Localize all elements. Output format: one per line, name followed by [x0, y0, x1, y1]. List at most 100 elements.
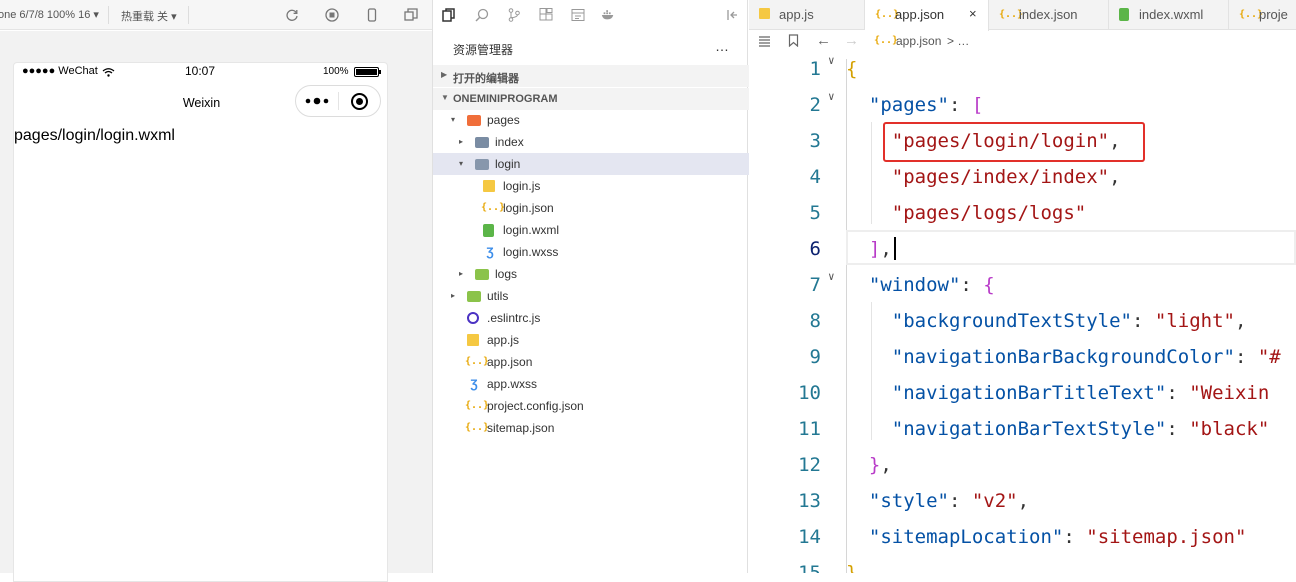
list-icon[interactable] [758, 35, 771, 47]
tree-item[interactable]: {..} sitemap.json [433, 417, 749, 439]
code-editor[interactable]: 1 2 3 4 5 6 7 8 9 10 11 12 13 14 15 ∨ ∨ ∨ { "pages": [… [749, 52, 1296, 573]
battery-icon [354, 67, 381, 77]
breadcrumb-file[interactable]: app.json [896, 34, 941, 48]
tree-item[interactable]: Ʒlogin.wxss [433, 241, 749, 263]
extensions-icon[interactable] [539, 8, 553, 22]
explorer-more-button[interactable]: … [715, 38, 730, 54]
line-number: 2 [809, 94, 821, 116]
breadcrumb: ← → {..} app.json > … [749, 30, 1296, 52]
code-line-12: }, [868, 454, 892, 476]
line-number: 12 [798, 454, 821, 476]
collapse-panel-icon[interactable] [725, 8, 739, 22]
tree-item[interactable]: app.js [433, 329, 749, 351]
line-number: 11 [798, 418, 821, 440]
tree-item[interactable]: {..} app.json [433, 351, 749, 373]
tree-item[interactable]: {..} login.json [433, 197, 749, 219]
editor-tabs: app.js {..} app.json × {..} index.json index.w… [749, 0, 1296, 31]
hot-reload-select[interactable]: 热重载 关 ▾ [121, 8, 177, 24]
editor-tab[interactable]: {..} app.json × [865, 0, 989, 31]
code-line-14: "sitemapLocation": "sitemap.json" [868, 526, 1247, 548]
chevron-right-icon[interactable]: ▸ [459, 269, 463, 278]
tree-item[interactable]: ▾ pages [433, 109, 749, 131]
tree-item[interactable]: login.js [433, 175, 749, 197]
device-select[interactable]: one 6/7/8 100% 16 ▾ [0, 8, 99, 21]
tree-item[interactable]: login.wxml [433, 219, 749, 241]
project-section[interactable]: ▼ ONEMINIPROGRAM [433, 88, 749, 110]
tree-item-label: .eslintrc.js [487, 311, 541, 325]
editor-tab[interactable]: {..} index.json [989, 0, 1109, 30]
tree-item-label: index [495, 135, 524, 149]
tree-item[interactable]: .eslintrc.js [433, 307, 749, 329]
tree-item-label: pages [487, 113, 520, 127]
debug-panel-icon[interactable] [571, 8, 585, 22]
text-cursor [894, 237, 896, 260]
tree-item[interactable]: ▾ login [433, 153, 749, 175]
folder-icon [467, 291, 481, 302]
close-capsule-icon[interactable] [350, 92, 369, 111]
editor-tab[interactable]: {..} proje [1229, 0, 1296, 30]
line-number: 4 [809, 166, 821, 188]
code-line-4: "pages/index/index", [891, 166, 1121, 188]
line-number: 6 [809, 238, 821, 260]
code-line-1: { [846, 58, 858, 80]
breadcrumb-tail[interactable]: > … [947, 34, 969, 48]
open-editors-section[interactable]: ▶ 打开的编辑器 [433, 65, 749, 87]
more-dots-icon[interactable] [305, 96, 329, 106]
refresh-icon[interactable] [285, 8, 299, 22]
tree-item[interactable]: ▸ utils [433, 285, 749, 307]
tree-item[interactable]: {..} project.config.json [433, 395, 749, 417]
project-label: ONEMINIPROGRAM [453, 93, 558, 105]
editor-tab[interactable]: index.wxml [1109, 0, 1229, 30]
code-line-7: "window": { [868, 274, 995, 296]
wxss-file-icon: Ʒ [470, 377, 478, 391]
json-file-icon: {..} [465, 422, 490, 433]
tree-item-label: login [495, 157, 521, 171]
wxss-file-icon: Ʒ [486, 245, 494, 259]
chevron-down-icon[interactable]: ▾ [451, 115, 455, 124]
fold-chevron-icon[interactable]: ∨ [828, 54, 835, 67]
explorer-title: 资源管理器 [453, 43, 514, 57]
stop-icon[interactable] [325, 8, 339, 22]
docker-icon[interactable] [601, 8, 615, 22]
tree-item[interactable]: ▸ index [433, 131, 749, 153]
status-bar: ●●●●● WeChat 10:07 100% [14, 63, 389, 83]
editor-tab[interactable]: app.js [749, 0, 865, 30]
code-line-13: "style": "v2", [868, 490, 1030, 512]
chevron-right-icon[interactable]: ▸ [451, 291, 455, 300]
folder-icon [467, 115, 481, 126]
line-number: 15 [798, 562, 821, 573]
capsule-menu [295, 85, 381, 117]
fold-chevron-icon[interactable]: ∨ [828, 90, 835, 103]
forward-arrow-icon[interactable]: → [844, 32, 859, 49]
source-control-icon[interactable] [507, 8, 521, 22]
back-arrow-icon[interactable]: ← [816, 32, 831, 49]
wxml-file-icon [1119, 8, 1129, 21]
tree-item[interactable]: ▸ logs [433, 263, 749, 285]
phone-screen: ●●●●● WeChat 10:07 100% Weixin pages/log… [13, 62, 388, 582]
tree-item-label: login.json [503, 201, 554, 215]
code-line-11: "navigationBarTextStyle": "black" [891, 418, 1270, 440]
json-file-icon: {..} [465, 356, 490, 367]
navigation-bar: Weixin [14, 83, 389, 123]
annotation-highlight-box [883, 122, 1145, 162]
folder-open-icon [475, 159, 489, 170]
phone-icon[interactable] [365, 8, 379, 22]
line-number: 3 [809, 130, 821, 152]
code-line-10: "navigationBarTitleText": "Weixin [891, 382, 1270, 404]
line-number: 1 [809, 58, 821, 80]
detach-window-icon[interactable] [404, 8, 418, 22]
open-editors-label: 打开的编辑器 [453, 73, 519, 85]
files-icon[interactable] [442, 8, 456, 22]
code-line-9: "navigationBarBackgroundColor": "# [891, 346, 1281, 368]
search-icon[interactable] [475, 8, 489, 22]
bookmark-icon[interactable] [788, 34, 799, 47]
close-tab-icon[interactable]: × [969, 6, 977, 21]
tree-item[interactable]: Ʒapp.wxss [433, 373, 749, 395]
json-file-icon: {..} [874, 35, 899, 46]
chevron-down-icon[interactable]: ▾ [459, 159, 463, 168]
chevron-right-icon[interactable]: ▸ [459, 137, 463, 146]
json-file-icon: {..} [875, 9, 900, 20]
tab-label: index.wxml [1139, 7, 1204, 22]
fold-chevron-icon[interactable]: ∨ [828, 270, 835, 283]
wxml-file-icon [483, 224, 494, 237]
